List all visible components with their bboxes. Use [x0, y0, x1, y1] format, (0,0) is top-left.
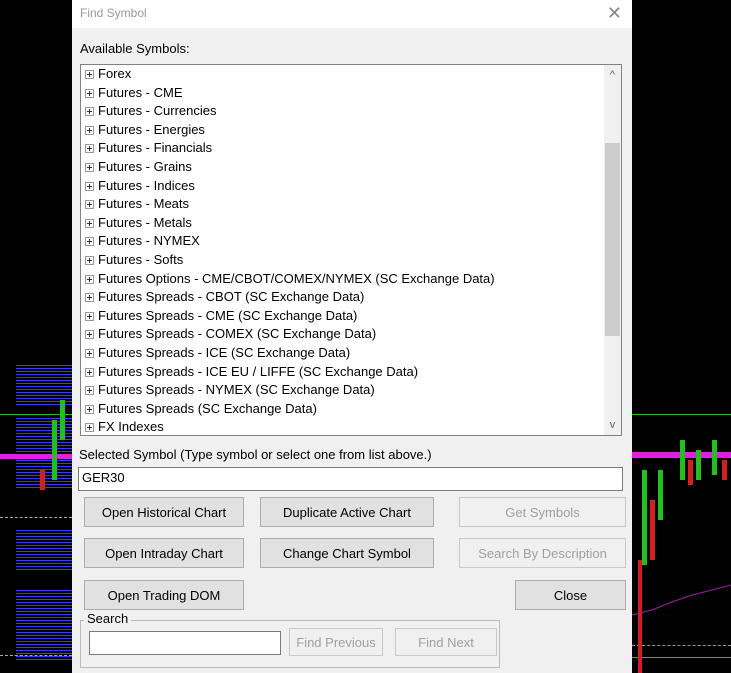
tree-item[interactable]: Futures Spreads (SC Exchange Data) [85, 400, 317, 418]
expand-plus-icon[interactable] [85, 367, 94, 377]
tree-item[interactable]: Futures Spreads - COMEX (SC Exchange Dat… [85, 325, 376, 343]
tree-item[interactable]: Forex [85, 65, 131, 83]
expand-plus-icon[interactable] [85, 349, 94, 358]
find-next-button[interactable]: Find Next [395, 628, 497, 656]
tree-item-label: Futures Spreads - NYMEX (SC Exchange Dat… [98, 382, 375, 398]
tree-item[interactable]: Futures Spreads - ICE (SC Exchange Data) [85, 344, 350, 362]
tree-item-label: Futures Spreads - CBOT (SC Exchange Data… [98, 289, 365, 305]
find-previous-button[interactable]: Find Previous [289, 628, 383, 656]
tree-item-label: Futures Options - CME/CBOT/COMEX/NYMEX (… [98, 270, 495, 286]
available-symbols-label: Available Symbols: [80, 41, 190, 56]
search-by-description-button[interactable]: Search By Description [459, 538, 626, 568]
tree-item-label: Futures - Grains [98, 159, 192, 174]
tree-item[interactable]: Futures Spreads - NYMEX (SC Exchange Dat… [85, 381, 375, 399]
tree-item[interactable]: Futures - Energies [85, 121, 205, 139]
scroll-up-icon[interactable]: ^ [604, 67, 621, 84]
tree-item[interactable]: Futures - Currencies [85, 102, 216, 120]
background-chart-left [0, 0, 72, 673]
tree-item-label: Forex [98, 66, 132, 81]
tree-item[interactable]: Futures - CME [85, 84, 183, 102]
tree-item-label: Futures Spreads - ICE (SC Exchange Data) [98, 345, 351, 360]
expand-plus-icon[interactable] [85, 70, 94, 79]
close-button[interactable]: Close [515, 580, 626, 610]
expand-plus-icon[interactable] [85, 293, 94, 303]
dialog-title: Find Symbol [80, 6, 147, 20]
scrollbar-thumb[interactable] [605, 143, 620, 336]
open-historical-chart-button[interactable]: Open Historical Chart [84, 497, 244, 527]
expand-plus-icon[interactable] [85, 107, 94, 117]
tree-item-label: Futures Spreads (SC Exchange Data) [98, 400, 317, 416]
scroll-down-icon[interactable]: v [604, 417, 621, 434]
expand-plus-icon[interactable] [85, 144, 94, 154]
tree-item-label: Futures Spreads - COMEX (SC Exchange Dat… [98, 326, 377, 342]
duplicate-active-chart-button[interactable]: Duplicate Active Chart [260, 497, 434, 527]
get-symbols-button[interactable]: Get Symbols [459, 497, 626, 527]
expand-plus-icon[interactable] [85, 237, 94, 247]
close-icon[interactable]: ✕ [607, 3, 622, 24]
expand-plus-icon[interactable] [85, 88, 94, 98]
tree-item-label: Futures Spreads - CME (SC Exchange Data) [98, 307, 358, 323]
expand-plus-icon[interactable] [85, 256, 94, 265]
tree-item[interactable]: Futures - Indices [85, 177, 195, 195]
background-chart-right [632, 0, 731, 673]
tree-item-label: Futures - Energies [98, 121, 205, 137]
expand-plus-icon[interactable] [85, 181, 94, 191]
tree-item[interactable]: Futures - Softs [85, 251, 183, 269]
tree-item[interactable]: Futures - NYMEX [85, 232, 200, 250]
tree-item[interactable]: FX Indexes [85, 418, 164, 435]
expand-plus-icon[interactable] [85, 330, 94, 340]
selected-symbol-label: Selected Symbol (Type symbol or select o… [79, 447, 432, 462]
tree-item[interactable]: Futures - Metals [85, 214, 192, 232]
tree-item-label: Futures - NYMEX [98, 233, 200, 249]
selected-symbol-input[interactable]: GER30 [78, 467, 623, 491]
find-symbol-dialog: Find Symbol ✕ Available Symbols: Forex Fu… [72, 0, 632, 673]
expand-plus-icon[interactable] [85, 200, 94, 210]
expand-plus-icon[interactable] [85, 218, 94, 228]
search-group-label: Search [84, 611, 132, 626]
symbols-tree[interactable]: Forex Futures - CME Futures - Currencies Fu… [80, 64, 622, 436]
tree-item-label: Futures - Metals [98, 214, 192, 230]
open-trading-dom-button[interactable]: Open Trading DOM [84, 580, 244, 610]
title-bar: Find Symbol ✕ [72, 0, 632, 28]
tree-item[interactable]: Futures - Grains [85, 158, 192, 176]
tree-item[interactable]: Futures Options - CME/CBOT/COMEX/NYMEX (… [85, 270, 495, 288]
expand-plus-icon[interactable] [85, 386, 94, 396]
background-chart-line [632, 584, 731, 616]
open-intraday-chart-button[interactable]: Open Intraday Chart [84, 538, 244, 568]
tree-item-label: Futures - CME [98, 84, 183, 100]
search-input[interactable] [89, 631, 281, 655]
change-chart-symbol-button[interactable]: Change Chart Symbol [260, 538, 434, 568]
tree-item[interactable]: Futures - Financials [85, 139, 212, 157]
tree-item-label: FX Indexes [98, 419, 164, 435]
expand-plus-icon[interactable] [85, 311, 94, 321]
tree-item[interactable]: Futures Spreads - ICE EU / LIFFE (SC Exc… [85, 363, 418, 381]
tree-item-label: Futures - Softs [98, 252, 184, 267]
tree-item[interactable]: Futures - Meats [85, 195, 189, 213]
tree-item[interactable]: Futures Spreads - CBOT (SC Exchange Data… [85, 288, 364, 306]
expand-plus-icon[interactable] [85, 163, 94, 172]
tree-item-label: Futures - Indices [98, 177, 195, 193]
tree-item[interactable]: Futures Spreads - CME (SC Exchange Data) [85, 307, 357, 325]
symbols-scrollbar[interactable]: ^ v [604, 65, 621, 435]
expand-plus-icon[interactable] [85, 125, 94, 135]
expand-plus-icon[interactable] [85, 404, 94, 414]
tree-item-label: Futures - Currencies [98, 103, 217, 119]
tree-item-label: Futures - Financials [98, 140, 213, 156]
expand-plus-icon[interactable] [85, 274, 94, 284]
expand-plus-icon[interactable] [85, 423, 94, 433]
tree-item-label: Futures - Meats [98, 196, 190, 212]
tree-item-label: Futures Spreads - ICE EU / LIFFE (SC Exc… [98, 363, 419, 379]
